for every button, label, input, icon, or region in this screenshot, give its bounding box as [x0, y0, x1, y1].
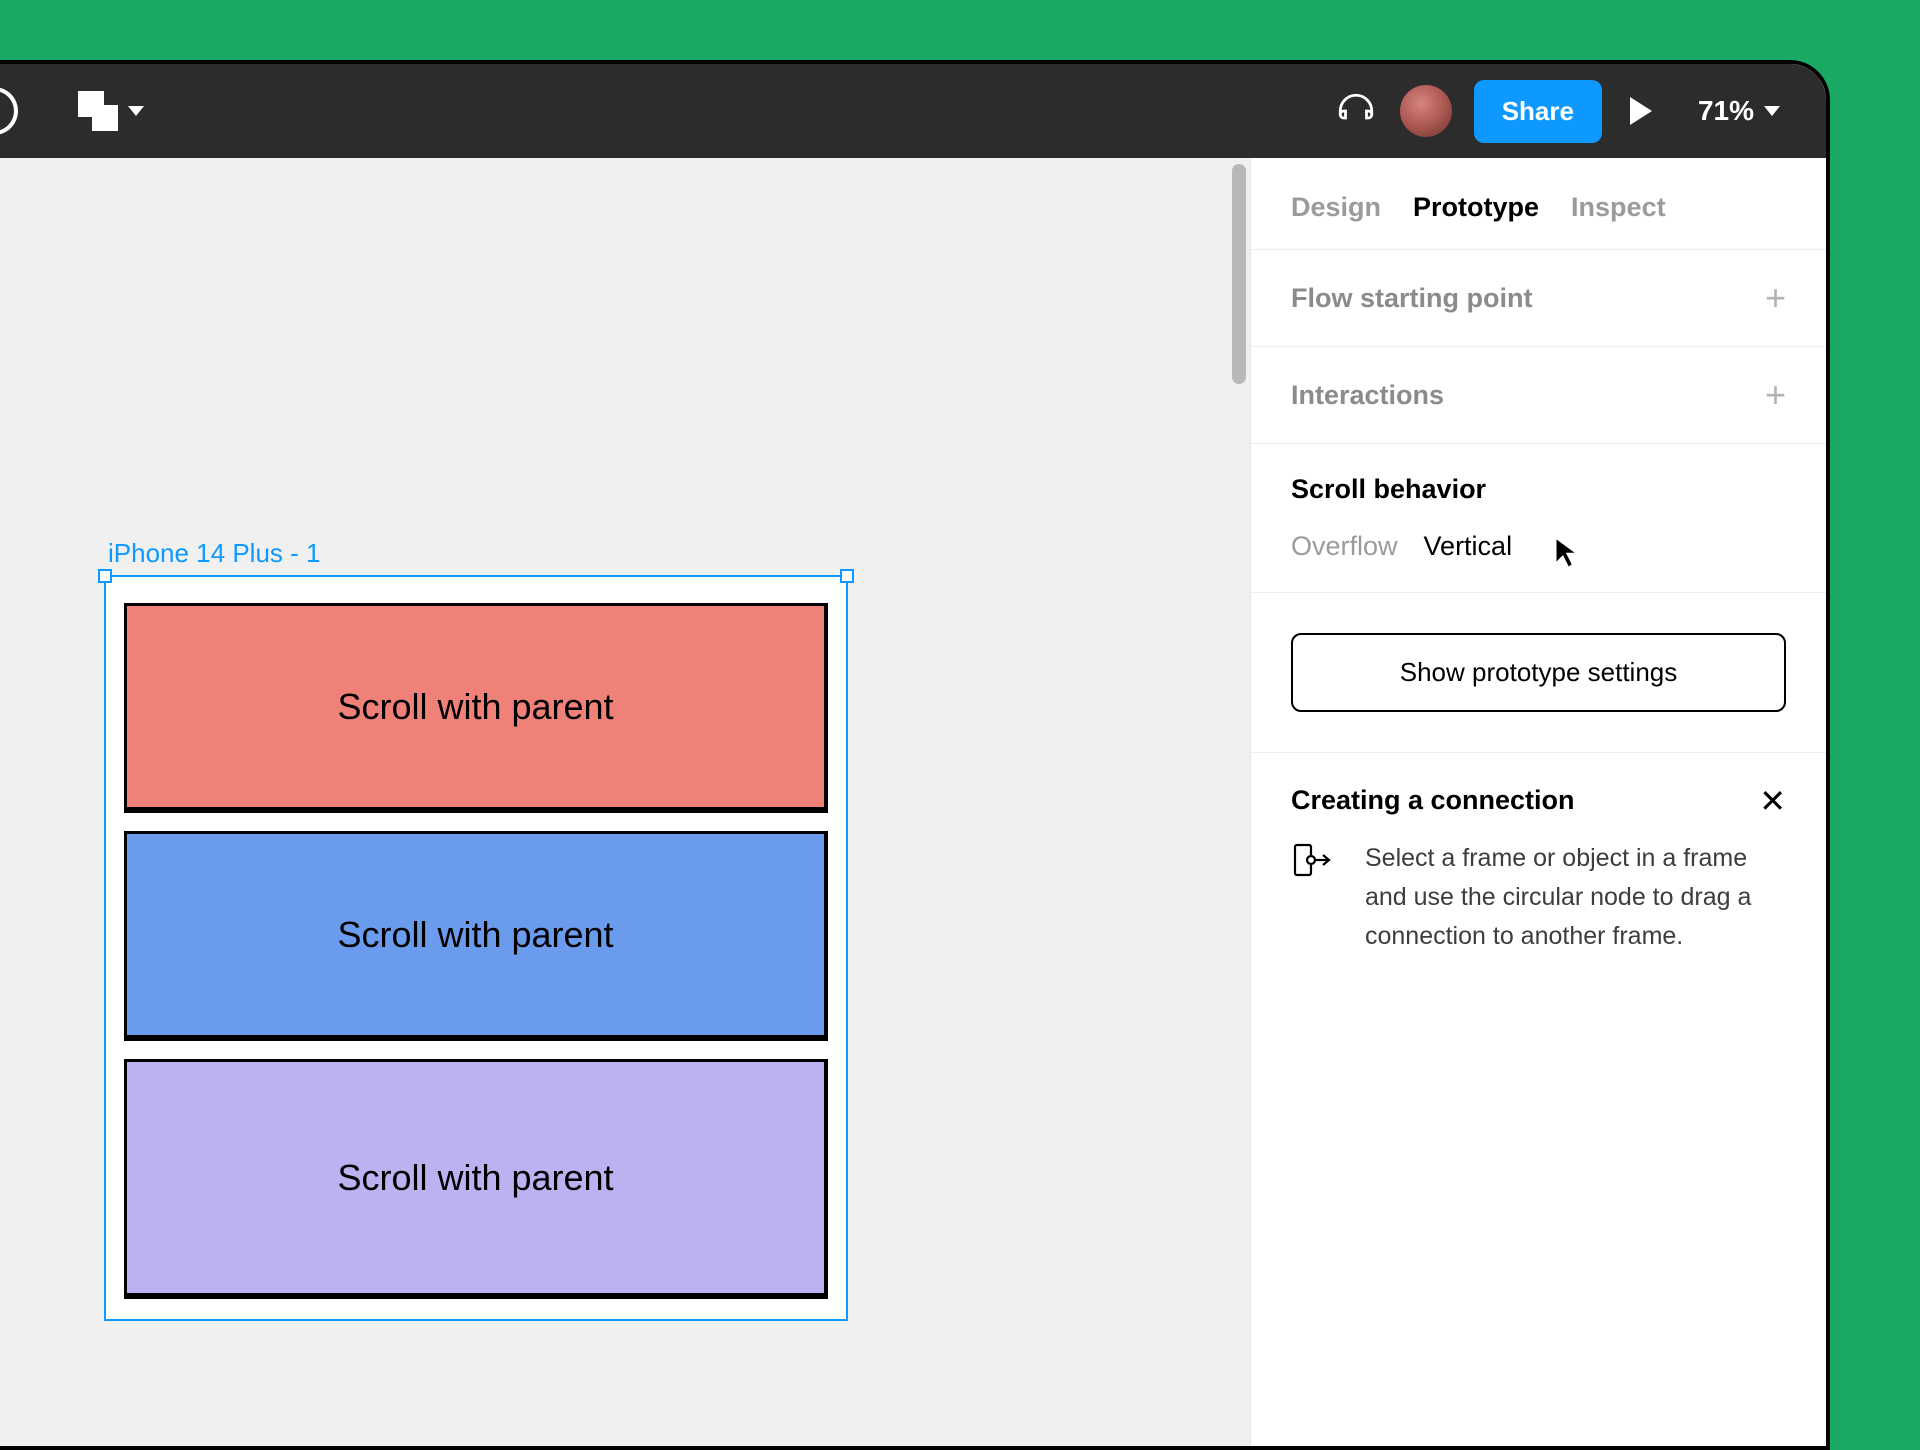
zoom-control[interactable]: 71%	[1698, 95, 1780, 127]
chevron-down-icon	[128, 106, 144, 116]
overflow-label: Overflow	[1291, 531, 1398, 562]
chevron-down-icon	[1764, 106, 1780, 116]
menu-icon[interactable]	[0, 87, 18, 135]
overflow-dropdown[interactable]: Vertical	[1424, 531, 1513, 562]
flow-starting-point-section: Flow starting point +	[1251, 250, 1826, 347]
hint-title: Creating a connection	[1291, 785, 1575, 816]
canvas-card[interactable]: Scroll with parent	[124, 1059, 828, 1299]
canvas-card[interactable]: Scroll with parent	[124, 603, 828, 813]
toolbar-left-group	[0, 87, 144, 135]
card-label: Scroll with parent	[337, 914, 613, 956]
canvas-card[interactable]: Scroll with parent	[124, 831, 828, 1041]
frame-label[interactable]: iPhone 14 Plus - 1	[108, 538, 848, 569]
avatar[interactable]	[1400, 85, 1452, 137]
add-interaction-button[interactable]: +	[1765, 377, 1786, 413]
close-hint-button[interactable]: ✕	[1759, 785, 1786, 817]
top-toolbar: Share 71%	[0, 64, 1826, 158]
panel-tabs: Design Prototype Inspect	[1251, 158, 1826, 250]
connection-icon	[1291, 839, 1337, 955]
tab-prototype[interactable]: Prototype	[1413, 192, 1539, 223]
card-label: Scroll with parent	[337, 1157, 613, 1199]
app-window: Share 71% iPhone 14 Plus - 1 Scroll with…	[0, 60, 1830, 1450]
shapes-icon	[78, 91, 118, 131]
hint-text: Select a frame or object in a frame and …	[1365, 839, 1786, 955]
connection-hint-section: Creating a connection ✕ Select a frame o…	[1251, 753, 1826, 995]
voice-chat-button[interactable]	[1334, 89, 1378, 133]
tab-inspect[interactable]: Inspect	[1571, 192, 1666, 223]
show-prototype-settings-button[interactable]: Show prototype settings	[1291, 633, 1786, 712]
present-button[interactable]	[1630, 97, 1652, 125]
tab-design[interactable]: Design	[1291, 192, 1381, 223]
section-title: Flow starting point	[1291, 283, 1532, 314]
add-flow-button[interactable]: +	[1765, 280, 1786, 316]
cursor-icon	[1553, 535, 1581, 576]
share-button[interactable]: Share	[1474, 80, 1602, 143]
frame-container: iPhone 14 Plus - 1 Scroll with parent Sc…	[104, 538, 848, 1321]
interactions-section: Interactions +	[1251, 347, 1826, 444]
canvas-scrollbar[interactable]	[1232, 164, 1246, 384]
canvas[interactable]: iPhone 14 Plus - 1 Scroll with parent Sc…	[0, 158, 1250, 1446]
zoom-value: 71%	[1698, 95, 1754, 127]
selection-handle[interactable]	[840, 569, 854, 583]
section-title: Interactions	[1291, 380, 1444, 411]
right-panel: Design Prototype Inspect Flow starting p…	[1250, 158, 1826, 1446]
prototype-settings-section: Show prototype settings	[1251, 593, 1826, 753]
card-label: Scroll with parent	[337, 686, 613, 728]
shapes-tool[interactable]	[38, 91, 144, 131]
section-title: Scroll behavior	[1291, 474, 1786, 505]
scroll-behavior-section: Scroll behavior Overflow Vertical	[1251, 444, 1826, 593]
selected-frame[interactable]: Scroll with parent Scroll with parent Sc…	[104, 575, 848, 1321]
main-area: iPhone 14 Plus - 1 Scroll with parent Sc…	[0, 158, 1826, 1446]
selection-handle[interactable]	[98, 569, 112, 583]
